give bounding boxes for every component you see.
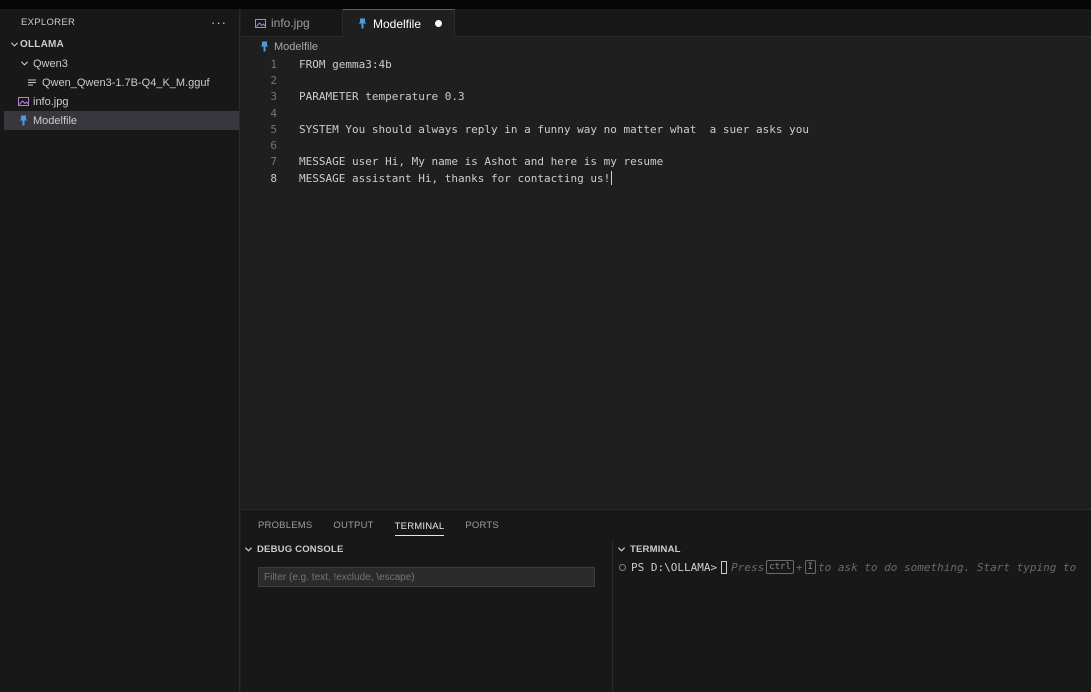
bottom-panel: PROBLEMS OUTPUT TERMINAL PORTS DEBUG CON… bbox=[241, 509, 1091, 692]
tab-label: Modelfile bbox=[373, 16, 422, 31]
debug-console-title: DEBUG CONSOLE bbox=[257, 543, 344, 555]
terminal-hint-rest: to ask to do something. Start typing to bbox=[817, 560, 1077, 574]
tree-folder-qwen3[interactable]: Qwen3 bbox=[0, 54, 239, 73]
circle-icon bbox=[619, 563, 626, 571]
chevron-down-icon bbox=[8, 40, 20, 49]
terminal-prompt: PS D:\OLLAMA> bbox=[631, 560, 718, 574]
tree-file-modelfile[interactable]: Modelfile bbox=[4, 111, 239, 130]
model-file-icon bbox=[16, 114, 30, 128]
tab-terminal[interactable]: TERMINAL bbox=[394, 518, 445, 536]
explorer-sidebar: EXPLORER ··· OLLAMA Qwen3 Qwen_Qwen3-1.7… bbox=[0, 9, 240, 692]
terminal-cursor bbox=[721, 560, 728, 574]
tree-folder-label: Qwen3 bbox=[33, 57, 68, 70]
terminal-hint-press: Press bbox=[731, 560, 765, 574]
terminal-line: PS D:\OLLAMA> Press ctrl + I to ask to d… bbox=[619, 560, 1076, 574]
line-number: 1 bbox=[270, 57, 277, 71]
line-text: PARAMETER temperature 0.3 bbox=[299, 90, 465, 104]
tab-problems[interactable]: PROBLEMS bbox=[258, 510, 312, 540]
image-file-icon bbox=[253, 16, 267, 30]
tab-info-jpg[interactable]: info.jpg bbox=[241, 9, 343, 37]
model-file-icon bbox=[257, 40, 271, 54]
image-file-icon bbox=[16, 95, 30, 109]
line-number: 2 bbox=[270, 73, 277, 87]
code-line: 5 SYSTEM You should always reply in a fun… bbox=[241, 121, 1091, 137]
tree-root-label: OLLAMA bbox=[20, 39, 64, 50]
line-text: MESSAGE assistant Hi, thanks for contact… bbox=[299, 171, 611, 185]
unsaved-dot-icon[interactable] bbox=[435, 20, 443, 27]
tab-ports[interactable]: PORTS bbox=[465, 510, 499, 540]
code-line: 4 bbox=[241, 105, 1091, 121]
tree-file-info-jpg[interactable]: info.jpg bbox=[0, 92, 239, 111]
terminal-pane[interactable]: TERMINAL PS D:\OLLAMA> Press ctrl + I to… bbox=[614, 540, 1091, 692]
debug-console-header[interactable]: DEBUG CONSOLE bbox=[241, 540, 612, 558]
key-ctrl: ctrl bbox=[766, 560, 794, 574]
code-line: 1 FROM gemma3:4b bbox=[241, 56, 1091, 72]
tab-modelfile[interactable]: Modelfile bbox=[343, 9, 456, 37]
line-number: 8 bbox=[270, 171, 277, 185]
code-line: 2 bbox=[241, 72, 1091, 88]
breadcrumb-label: Modelfile bbox=[274, 40, 319, 53]
breadcrumb[interactable]: Modelfile bbox=[241, 37, 1091, 56]
line-number: 4 bbox=[270, 106, 277, 120]
editor-tabs: info.jpg Modelfile bbox=[241, 9, 1091, 37]
terminal-title: TERMINAL bbox=[630, 543, 681, 555]
debug-filter-input[interactable] bbox=[258, 567, 595, 587]
code-line: 3 PARAMETER temperature 0.3 bbox=[241, 89, 1091, 105]
key-i: I bbox=[804, 560, 816, 574]
line-text: SYSTEM You should always reply in a funn… bbox=[299, 122, 809, 136]
chevron-down-icon bbox=[617, 546, 626, 552]
tab-label: info.jpg bbox=[271, 16, 310, 30]
key-plus: + bbox=[795, 560, 803, 574]
tree-file-label: info.jpg bbox=[33, 95, 69, 108]
text-cursor bbox=[611, 171, 613, 186]
terminal-header[interactable]: TERMINAL bbox=[614, 540, 1091, 558]
line-number: 3 bbox=[270, 90, 277, 104]
line-text: FROM gemma3:4b bbox=[299, 57, 392, 71]
line-number: 5 bbox=[270, 122, 277, 136]
code-editor[interactable]: 1 FROM gemma3:4b 2 3 PARAMETER temperature… bbox=[241, 56, 1091, 186]
code-line-current: 8 MESSAGE assistant Hi, thanks for contac… bbox=[241, 170, 1091, 186]
panel-tabs: PROBLEMS OUTPUT TERMINAL PORTS bbox=[241, 510, 1091, 540]
explorer-header: EXPLORER ··· bbox=[0, 9, 239, 35]
explorer-title: EXPLORER bbox=[21, 16, 76, 28]
debug-console-pane: DEBUG CONSOLE bbox=[241, 540, 613, 692]
more-actions-icon[interactable]: ··· bbox=[211, 15, 227, 30]
tree-file-label: Modelfile bbox=[33, 114, 78, 127]
chevron-down-icon bbox=[18, 59, 30, 68]
code-line: 6 bbox=[241, 137, 1091, 153]
tree-file-label: Qwen_Qwen3-1.7B-Q4_K_M.gguf bbox=[42, 76, 210, 89]
line-text: MESSAGE user Hi, My name is Ashot and he… bbox=[299, 155, 664, 169]
text-file-icon bbox=[25, 76, 39, 90]
line-number: 7 bbox=[270, 155, 277, 169]
editor-group: info.jpg Modelfile Modelfile 1 FROM gemma… bbox=[241, 9, 1091, 509]
tree-file-gguf[interactable]: Qwen_Qwen3-1.7B-Q4_K_M.gguf bbox=[0, 73, 239, 92]
tree-root-ollama[interactable]: OLLAMA bbox=[0, 35, 239, 54]
line-number: 6 bbox=[270, 139, 277, 153]
chevron-down-icon bbox=[244, 546, 253, 552]
tab-output[interactable]: OUTPUT bbox=[333, 510, 373, 540]
code-line: 7 MESSAGE user Hi, My name is Ashot and h… bbox=[241, 154, 1091, 170]
window-top-strip bbox=[0, 0, 1091, 9]
model-file-icon bbox=[355, 17, 369, 31]
